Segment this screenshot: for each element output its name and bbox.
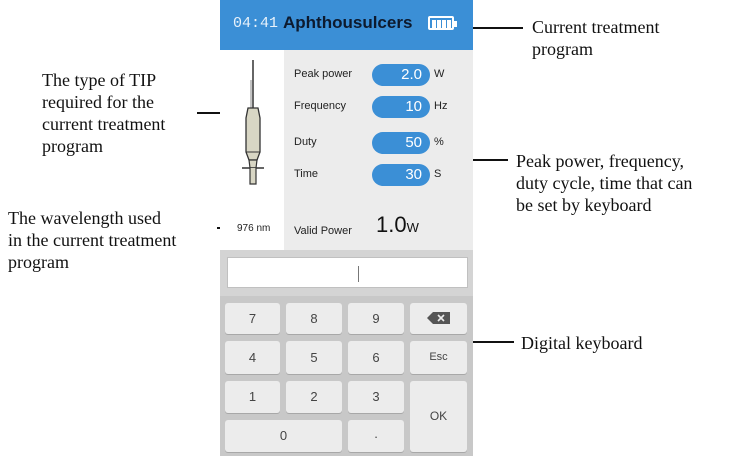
key-6[interactable]: 6	[348, 341, 404, 374]
battery-full-icon	[428, 16, 457, 30]
wavelength-label: 976 nm	[237, 223, 271, 234]
time-unit: S	[434, 168, 442, 180]
valid-power-value: 1.0W	[376, 212, 419, 238]
param-label-duty: Duty	[294, 136, 317, 148]
esc-key[interactable]: Esc	[410, 341, 467, 374]
annotation-params: Peak power, frequency, duty cycle, time …	[516, 150, 728, 216]
key-0[interactable]: 0	[225, 420, 342, 452]
program-name[interactable]: Aphthousulcers	[283, 13, 412, 33]
number-entry-field[interactable]	[227, 257, 468, 288]
annotation-tip-type-line: current treatment	[42, 114, 166, 134]
duty-unit: %	[434, 136, 444, 148]
annotation-wavelength-line: The wavelength used	[8, 208, 161, 228]
peak-power-unit: W	[434, 68, 445, 80]
key-5[interactable]: 5	[286, 341, 342, 374]
text-caret	[358, 266, 359, 282]
annotation-program-line: Current treatment	[532, 17, 660, 37]
key-7[interactable]: 7	[225, 303, 280, 334]
duty-field[interactable]: 50	[372, 132, 430, 154]
annotation-params-line: Peak power, frequency,	[516, 151, 685, 171]
key-2[interactable]: 2	[286, 381, 342, 413]
annotation-program-line: program	[532, 39, 593, 59]
digital-keyboard: 7 8 9 4 5 6 Esc 1 2 3 OK 0 .	[220, 296, 473, 456]
valid-power-number: 1.0	[376, 212, 407, 237]
status-bar: 04:41 Aphthousulcers	[220, 0, 473, 50]
annotation-params-line: duty cycle, time that can	[516, 173, 693, 193]
key-1[interactable]: 1	[225, 381, 280, 413]
annotation-tip-type-line: program	[42, 136, 103, 156]
ok-key[interactable]: OK	[410, 381, 467, 452]
key-4[interactable]: 4	[225, 341, 280, 374]
key-9[interactable]: 9	[348, 303, 404, 334]
annotation-program: Current treatment program	[532, 16, 722, 60]
key-dot[interactable]: .	[348, 420, 404, 452]
key-8[interactable]: 8	[286, 303, 342, 334]
valid-power-label: Valid Power	[294, 225, 352, 237]
annotation-wavelength-line: program	[8, 252, 69, 272]
annotation-wavelength: The wavelength used in the current treat…	[8, 207, 218, 273]
frequency-field[interactable]: 10	[372, 96, 430, 118]
backspace-key[interactable]	[410, 303, 467, 334]
annotation-params-line: be set by keyboard	[516, 195, 652, 215]
time-field[interactable]: 30	[372, 164, 430, 186]
annotation-tip-type-line: required for the	[42, 92, 154, 112]
param-label-frequency: Frequency	[294, 100, 346, 112]
clock: 04:41	[233, 15, 279, 32]
param-label-time: Time	[294, 168, 319, 180]
backspace-icon	[426, 312, 450, 324]
handpiece-tip-icon	[242, 60, 264, 185]
annotation-tip-type: The type of TIP required for the current…	[42, 69, 212, 157]
device-screen: 04:41 Aphthousulcers 976 nm Peak power 2…	[220, 0, 473, 456]
frequency-unit: Hz	[434, 100, 448, 112]
param-label-peak-power: Peak power	[294, 68, 353, 80]
parameter-panel: Peak power 2.0 W Frequency 10 Hz Duty 50…	[284, 50, 473, 250]
annotation-tip-type-line: The type of TIP	[42, 70, 157, 90]
key-3[interactable]: 3	[348, 381, 404, 413]
annotation-wavelength-line: in the current treatment	[8, 230, 177, 250]
entry-area	[220, 250, 473, 296]
annotation-keyboard: Digital keyboard	[521, 333, 643, 353]
valid-power-unit: W	[406, 220, 419, 235]
peak-power-field[interactable]: 2.0	[372, 64, 430, 86]
